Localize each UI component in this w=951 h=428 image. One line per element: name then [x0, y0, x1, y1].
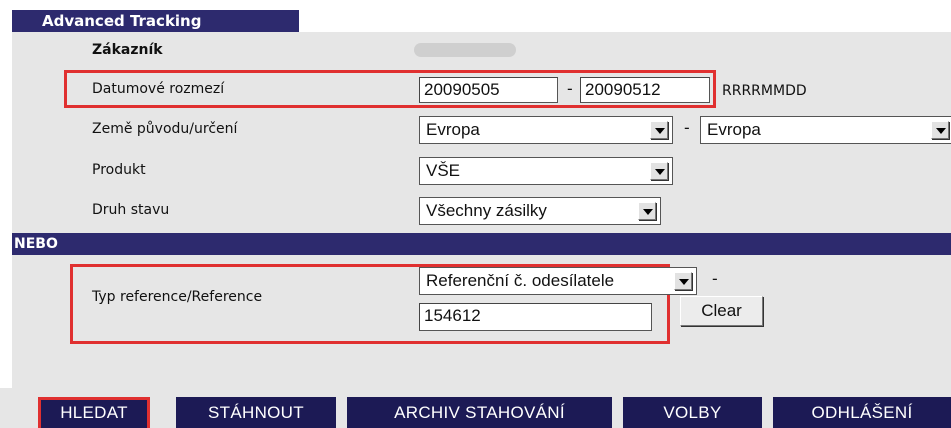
date-format-hint: RRRRMMDD	[722, 83, 807, 99]
reference-type-select[interactable]: Referenční č. odesílatele	[419, 267, 697, 295]
reference-separator: -	[712, 269, 718, 288]
origin-select-value: Evropa	[426, 120, 480, 139]
product-select-value: VŠE	[426, 161, 461, 180]
country-label: Země původu/určení	[92, 121, 238, 137]
or-section-header: NEBO	[12, 233, 951, 255]
customer-label: Zákazník	[92, 42, 163, 58]
product-label: Produkt	[92, 162, 146, 178]
download-button[interactable]: STÁHNOUT	[176, 397, 336, 428]
destination-select[interactable]: Evropa	[700, 116, 951, 144]
chevron-down-icon[interactable]	[650, 121, 668, 139]
page-title: Advanced Tracking	[12, 10, 299, 32]
clear-button[interactable]: Clear	[680, 296, 763, 326]
customer-value-redacted	[414, 43, 516, 57]
chevron-down-icon[interactable]	[674, 272, 692, 290]
status-select-value: Všechny zásilky	[426, 201, 547, 220]
date-range-separator: -	[567, 79, 573, 98]
chevron-down-icon[interactable]	[638, 202, 656, 220]
date-range-label: Datumové rozmezí	[92, 81, 225, 97]
archive-button[interactable]: ARCHIV STAHOVÁNÍ	[347, 397, 612, 428]
reference-label: Typ reference/Reference	[92, 289, 263, 305]
chevron-down-icon[interactable]	[931, 121, 949, 139]
date-to-input[interactable]: 20090512	[580, 77, 710, 103]
logout-button[interactable]: ODHLÁŠENÍ	[773, 397, 951, 428]
search-button-highlight	[38, 397, 150, 428]
product-select[interactable]: VŠE	[419, 157, 673, 185]
chevron-down-icon[interactable]	[650, 162, 668, 180]
options-button[interactable]: VOLBY	[623, 397, 762, 428]
date-from-input[interactable]: 20090505	[419, 77, 558, 103]
status-select[interactable]: Všechny zásilky	[419, 197, 661, 225]
country-separator: -	[684, 118, 690, 137]
reference-input[interactable]: 154612	[419, 303, 652, 331]
destination-select-value: Evropa	[707, 120, 761, 139]
status-label: Druh stavu	[92, 202, 170, 218]
origin-select[interactable]: Evropa	[419, 116, 673, 144]
reference-type-value: Referenční č. odesílatele	[426, 271, 615, 290]
